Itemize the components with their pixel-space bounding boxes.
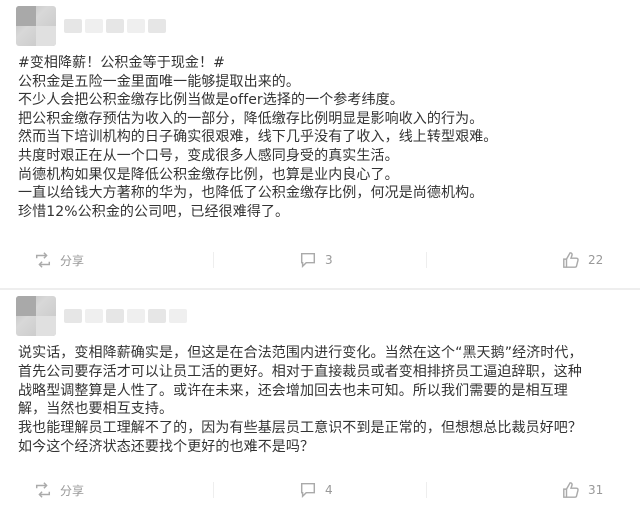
comment-icon: [300, 482, 316, 499]
action-bar: 分享 4 31: [0, 478, 640, 502]
post-text-line: 不少人会把公积金缴存比例当做是offer选择的一个参考纬度。: [18, 92, 404, 109]
share-label: 分享: [60, 253, 85, 268]
author-row: [16, 6, 166, 46]
post-text-line: 说实话，变相降薪确实是，但这是在合法范围内进行变化。当然在这个“黑天鹅”经济时代…: [18, 345, 583, 361]
blurred-username[interactable]: [64, 19, 166, 33]
like-icon: [563, 252, 579, 268]
feed-post: #变相降薪！公积金等于现金！# 公积金是五险一金里面唯一能够提取出来的。 不少人…: [0, 0, 640, 288]
avatar[interactable]: [16, 6, 56, 46]
post-text-line: 解，当然也要相互支持。: [18, 401, 174, 418]
like-button[interactable]: 31: [562, 481, 603, 499]
comment-count: 3: [325, 253, 333, 267]
post-text-line: 战略型调整算是人性了。或许在未来，还会增加回去也未可知。所以我们需要的是相互理: [18, 382, 568, 399]
like-button[interactable]: 22: [562, 251, 603, 269]
comment-button[interactable]: 3: [299, 251, 333, 269]
action-divider: [426, 252, 427, 268]
post-text: 说实话，变相降薪确实是，但这是在合法范围内进行变化。当然在这个“黑天鹅”经济时代…: [18, 344, 628, 457]
like-icon: [563, 482, 579, 498]
post-text-line: 公积金是五险一金里面唯一能够提取出来的。: [18, 73, 300, 90]
share-label: 分享: [60, 483, 85, 498]
like-count: 22: [588, 253, 604, 267]
post-text-line: 珍惜12%公积金的公司吧，已经很难得了。: [18, 203, 290, 220]
action-divider: [213, 482, 214, 498]
like-count: 31: [588, 483, 604, 497]
post-text-line: 然而当下培训机构的日子确实很艰难，线下几乎没有了收入，线上转型艰难。: [18, 129, 498, 146]
post-text-line: 把公积金缴存预估为收入的一部分，降低缴存比例明显是影响收入的行为。: [18, 110, 484, 127]
comment-icon: [300, 252, 316, 269]
avatar[interactable]: [16, 296, 56, 336]
post-text-line: 一直以给钱大方著称的华为，也降低了公积金缴存比例，何况是尚德机构。: [18, 185, 484, 202]
author-row: [16, 296, 187, 336]
share-icon: [35, 482, 51, 498]
share-icon: [35, 252, 51, 268]
comment-button[interactable]: 4: [299, 481, 333, 499]
share-button[interactable]: 分享: [34, 481, 84, 499]
post-text: #变相降薪！公积金等于现金！# 公积金是五险一金里面唯一能够提取出来的。 不少人…: [18, 54, 628, 221]
comment-count: 4: [325, 483, 333, 497]
share-button[interactable]: 分享: [34, 251, 84, 269]
post-text-line: 我也能理解员工理解不了的，因为有些基层员工意识不到是正常的，但想想总比裁员好吧？: [18, 420, 582, 437]
post-text-line: 尚德机构如果仅是降低公积金缴存比例，也算是业内良心了。: [18, 166, 399, 183]
action-bar: 分享 3 22: [0, 248, 640, 272]
post-text-line: 如今这个经济状态还要找个更好的也难不是吗？: [18, 438, 315, 455]
blurred-username[interactable]: [64, 309, 187, 323]
action-divider: [426, 482, 427, 498]
post-text-line: 首先公司要存活才可以让员工活的更好。相对于直接裁员或者变相排挤员工逼迫辞职，这种: [18, 363, 582, 380]
post-text-line: #变相降薪！公积金等于现金！#: [18, 55, 225, 71]
post-text-line: 共度时艰正在从一个口号，变成很多人感同身受的真实生活。: [18, 147, 399, 164]
action-divider: [213, 252, 214, 268]
